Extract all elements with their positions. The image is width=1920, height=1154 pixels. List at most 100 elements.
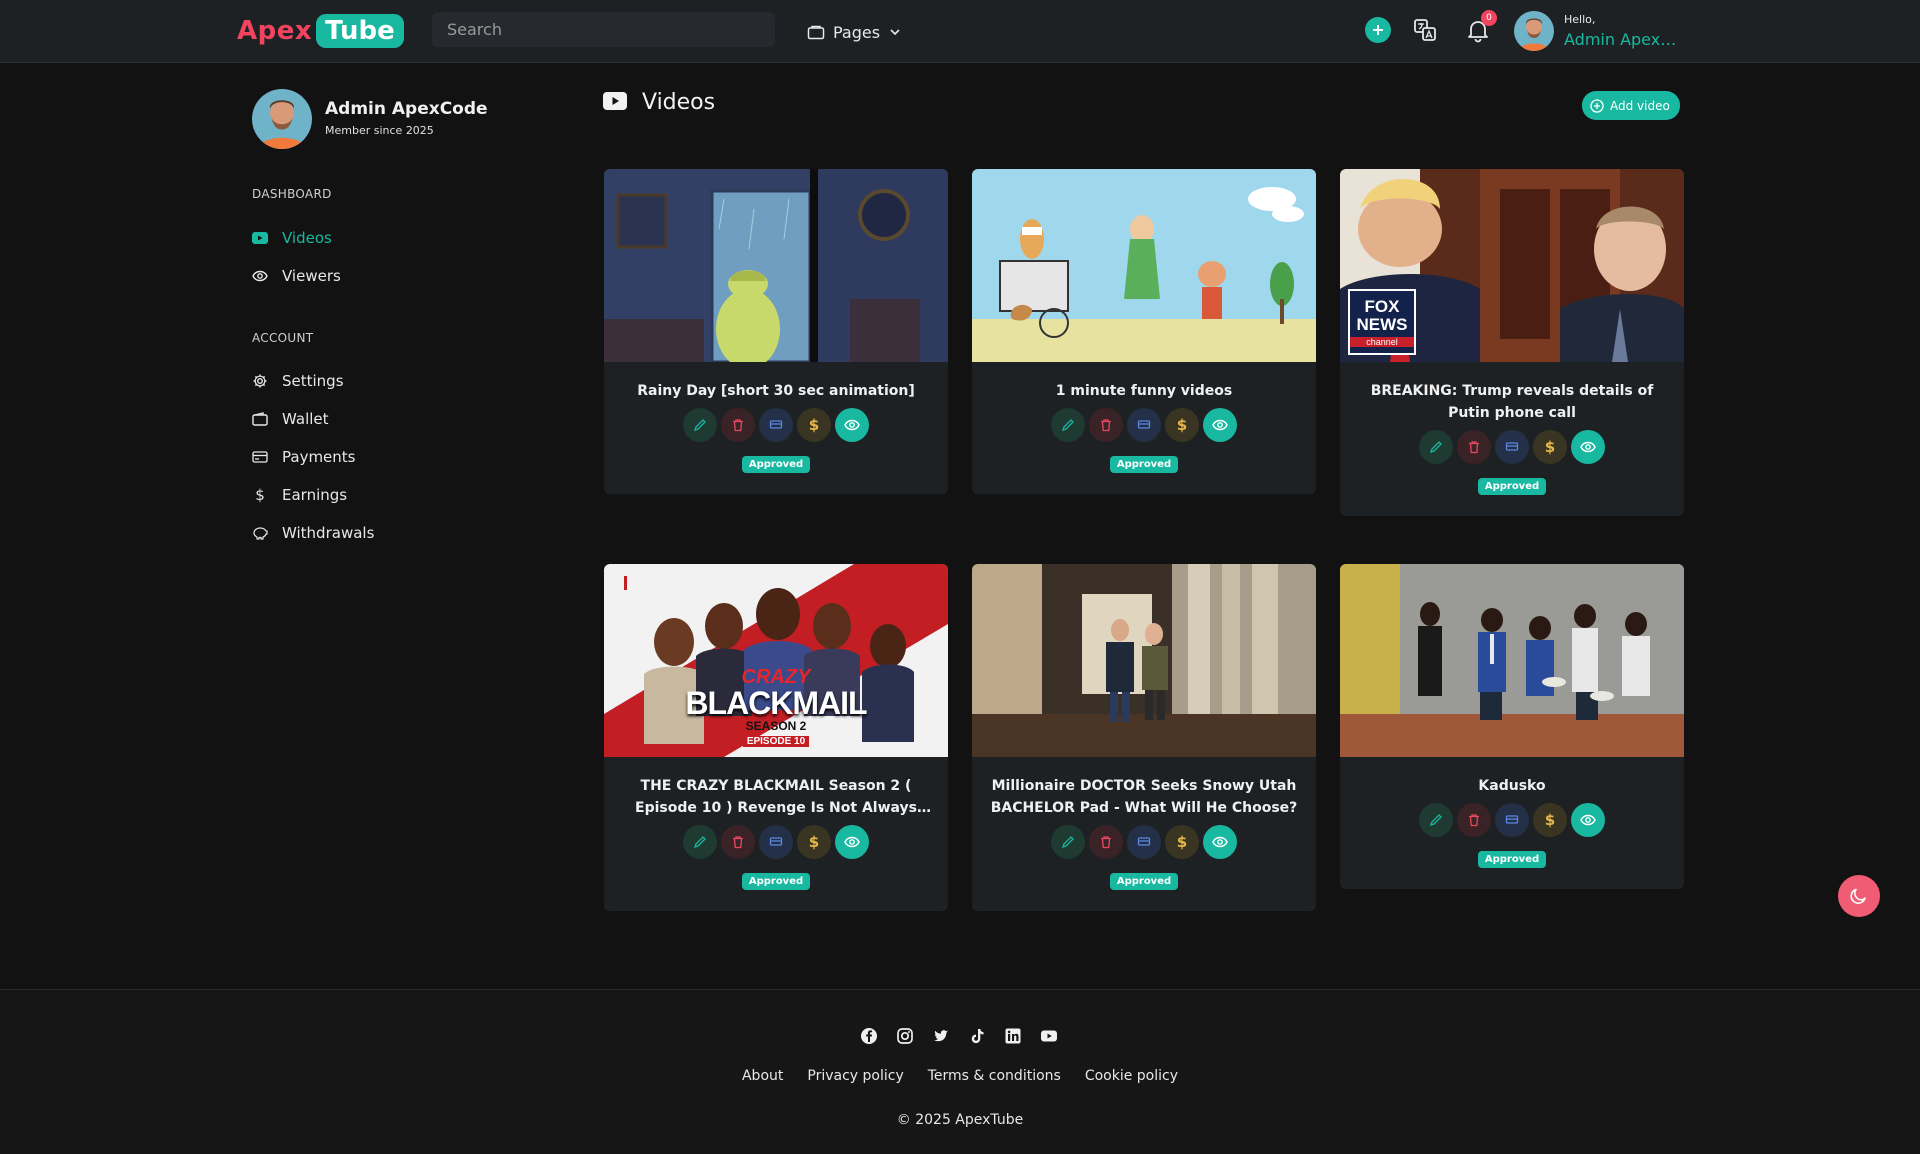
header-user-name[interactable]: Admin ApexCode — [1564, 30, 1682, 49]
video-title[interactable]: Millionaire DOCTOR Seeks Snowy Utah BACH… — [988, 775, 1300, 819]
video-title[interactable]: Kadusko — [1356, 775, 1668, 797]
edit-video-button[interactable] — [1051, 825, 1085, 859]
plus-circle-icon — [1590, 98, 1604, 113]
sidebar-item-wallet[interactable]: Wallet — [252, 407, 329, 431]
footer-link-about[interactable]: About — [742, 1068, 783, 1084]
promote-video-button[interactable] — [1495, 430, 1529, 464]
eye-icon — [252, 268, 268, 284]
footer-link-cookies[interactable]: Cookie policy — [1085, 1068, 1178, 1084]
video-icon — [603, 92, 627, 114]
view-video-button[interactable] — [835, 825, 869, 859]
linkedin-icon[interactable] — [1004, 1027, 1022, 1045]
pages-dropdown[interactable]: Pages — [807, 19, 902, 45]
video-thumbnail[interactable] — [972, 169, 1316, 362]
tiktok-icon[interactable] — [968, 1027, 986, 1045]
video-title[interactable]: Rainy Day [short 30 sec animation] — [620, 380, 932, 402]
video-thumbnail[interactable] — [1340, 564, 1684, 757]
sidebar-item-label: Payments — [282, 448, 356, 466]
view-video-button[interactable] — [1571, 430, 1605, 464]
facebook-icon[interactable] — [860, 1027, 878, 1045]
translate-button[interactable] — [1412, 17, 1438, 43]
promote-video-button[interactable] — [759, 825, 793, 859]
video-thumbnail[interactable] — [972, 564, 1316, 757]
sidebar-item-label: Wallet — [282, 410, 329, 428]
pencil-icon — [1061, 419, 1074, 432]
video-title[interactable]: BREAKING: Trump reveals details of Putin… — [1356, 380, 1668, 424]
dark-mode-toggle[interactable] — [1838, 875, 1880, 917]
sidebar-item-earnings[interactable]: $ Earnings — [252, 483, 347, 507]
trash-icon — [1101, 836, 1111, 849]
status-badge: Approved — [1477, 478, 1547, 495]
video-card: Rainy Day [short 30 sec animation] $ App… — [604, 169, 948, 494]
sidebar-item-videos[interactable]: Videos — [252, 226, 332, 250]
play-icon — [252, 230, 268, 246]
add-video-button[interactable]: Add video — [1582, 91, 1680, 120]
video-thumbnail[interactable]: FOX NEWS channel — [1340, 169, 1684, 362]
edit-video-button[interactable] — [683, 825, 717, 859]
view-video-button[interactable] — [1203, 825, 1237, 859]
folder-icon — [807, 25, 825, 40]
footer-link-terms[interactable]: Terms & conditions — [928, 1068, 1061, 1084]
sidebar-item-settings[interactable]: Settings — [252, 369, 344, 393]
search-input[interactable] — [432, 12, 775, 47]
header-greeting: Hello, — [1564, 13, 1596, 26]
monetize-video-button[interactable]: $ — [1533, 430, 1567, 464]
view-video-button[interactable] — [1571, 803, 1605, 837]
section-dashboard-heading: DASHBOARD — [252, 187, 332, 201]
sidebar-item-payments[interactable]: Payments — [252, 445, 355, 469]
delete-video-button[interactable] — [721, 408, 755, 442]
delete-video-button[interactable] — [1089, 408, 1123, 442]
billboard-icon — [1505, 815, 1519, 824]
promote-video-button[interactable] — [1495, 803, 1529, 837]
delete-video-button[interactable] — [721, 825, 755, 859]
video-title[interactable]: THE CRAZY BLACKMAIL Season 2 ( Episode 1… — [620, 775, 932, 819]
monetize-video-button[interactable]: $ — [1165, 408, 1199, 442]
monetize-video-button[interactable]: $ — [797, 408, 831, 442]
apextube-logo[interactable]: Apex Tube — [237, 13, 404, 49]
create-plus-button[interactable] — [1365, 17, 1391, 43]
youtube-icon[interactable] — [1040, 1027, 1058, 1045]
eye-icon — [1212, 836, 1228, 848]
sidebar-item-label: Viewers — [282, 267, 341, 285]
trash-icon — [733, 419, 743, 432]
edit-video-button[interactable] — [1051, 408, 1085, 442]
monetize-video-button[interactable]: $ — [1533, 803, 1567, 837]
sidebar-item-viewers[interactable]: Viewers — [252, 264, 341, 288]
sidebar-item-withdrawals[interactable]: Withdrawals — [252, 521, 374, 545]
trash-icon — [1101, 419, 1111, 432]
top-navbar: Apex Tube Pages 0 Hello, Admin ApexCode — [0, 0, 1920, 63]
social-links — [860, 1027, 1058, 1045]
twitter-icon[interactable] — [932, 1027, 950, 1045]
eye-icon — [1580, 814, 1596, 826]
delete-video-button[interactable] — [1457, 430, 1491, 464]
sidebar-user-name: Admin ApexCode — [325, 99, 488, 119]
wallet-icon — [252, 411, 268, 427]
video-title[interactable]: 1 minute funny videos — [988, 380, 1300, 402]
monetize-video-button[interactable]: $ — [797, 825, 831, 859]
instagram-icon[interactable] — [896, 1027, 914, 1045]
video-actions: $ — [1340, 430, 1684, 464]
pencil-icon — [1429, 814, 1442, 827]
promote-video-button[interactable] — [759, 408, 793, 442]
delete-video-button[interactable] — [1089, 825, 1123, 859]
page-title: Videos — [642, 90, 716, 115]
dollar-icon: $ — [808, 833, 820, 851]
status-badge: Approved — [741, 456, 811, 473]
view-video-button[interactable] — [1203, 408, 1237, 442]
header-avatar[interactable] — [1514, 11, 1554, 51]
video-card: Kadusko $ Approved — [1340, 564, 1684, 889]
promote-video-button[interactable] — [1127, 408, 1161, 442]
view-video-button[interactable] — [835, 408, 869, 442]
video-actions: $ — [1340, 803, 1684, 837]
edit-video-button[interactable] — [683, 408, 717, 442]
edit-video-button[interactable] — [1419, 803, 1453, 837]
video-thumbnail[interactable] — [604, 169, 948, 362]
promote-video-button[interactable] — [1127, 825, 1161, 859]
video-thumbnail[interactable]: CRAZY BLACKMAIL SEASON 2 EPISODE 10 — [604, 564, 948, 757]
monetize-video-button[interactable]: $ — [1165, 825, 1199, 859]
delete-video-button[interactable] — [1457, 803, 1491, 837]
video-card: CRAZY BLACKMAIL SEASON 2 EPISODE 10 THE … — [604, 564, 948, 911]
add-video-label: Add video — [1610, 98, 1670, 113]
footer-link-privacy[interactable]: Privacy policy — [807, 1068, 903, 1084]
edit-video-button[interactable] — [1419, 430, 1453, 464]
